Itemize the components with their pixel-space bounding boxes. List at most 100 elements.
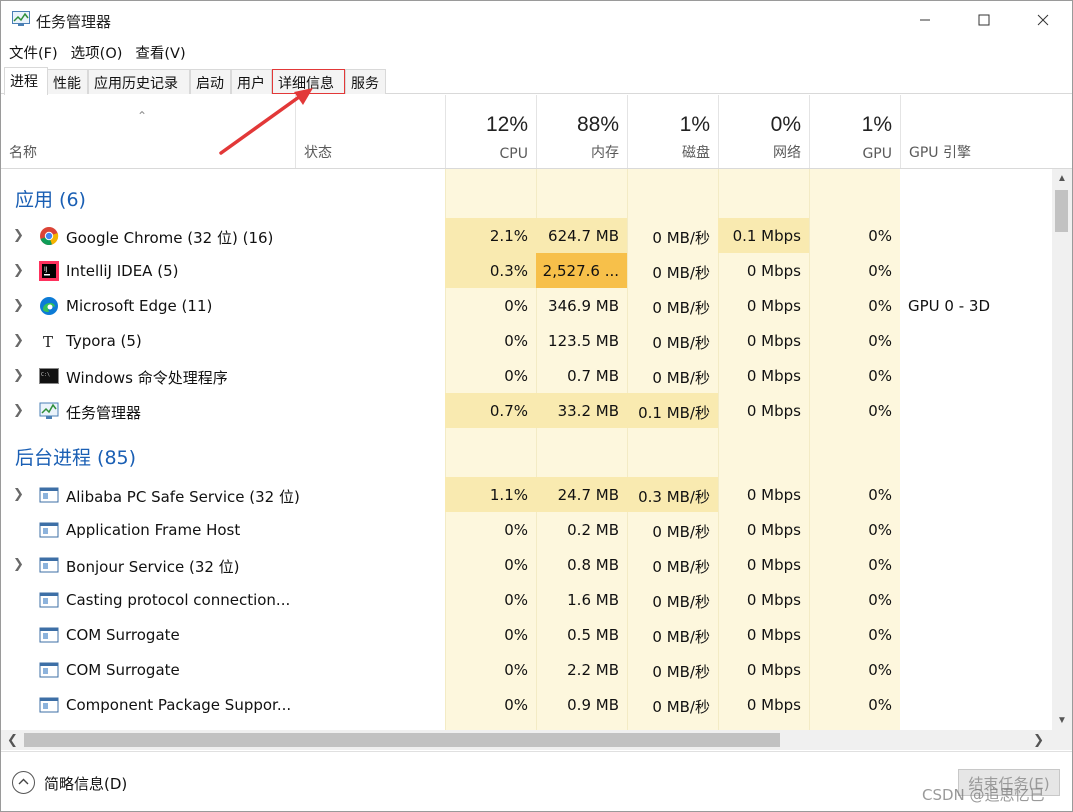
horizontal-scrollbar[interactable]: ❮ ❯ (1, 730, 1052, 750)
process-disk: 0 MB/秒 (652, 523, 710, 541)
horizontal-scroll-thumb[interactable] (24, 733, 780, 747)
close-button[interactable] (1014, 1, 1072, 39)
process-name: Microsoft Edge (11) (66, 297, 213, 315)
process-net: 0.1 Mbps (718, 218, 809, 253)
svg-text:C:\: C:\ (41, 372, 50, 378)
process-cpu: 1.1% (445, 477, 536, 512)
process-mem: 346.9 MB (548, 297, 619, 315)
process-row[interactable]: ❯ IJ IntelliJ IDEA (5) 0.3% 2,527.6 ... 0 MB/… (1, 253, 1052, 288)
process-name: COM Surrogate (66, 661, 180, 679)
column-cpu[interactable]: 12% CPU (445, 95, 536, 168)
process-gpu: 0% (868, 227, 892, 245)
column-network[interactable]: 0% 网络 (718, 95, 809, 168)
process-gpu-engine (900, 253, 1052, 288)
process-disk: 0 MB/秒 (652, 299, 710, 317)
expand-chevron-icon[interactable]: ❯ (13, 486, 24, 502)
vertical-scrollbar[interactable]: ▲ ▼ (1052, 169, 1072, 730)
process-row[interactable]: ❯ 任务管理器 0.7% 33.2 MB 0.1 MB/秒 0 Mbps 0% (1, 393, 1052, 428)
process-gpu: 0% (868, 297, 892, 315)
column-cpu-label: CPU (499, 146, 528, 162)
process-gpu: 0% (868, 367, 892, 385)
column-name[interactable]: 名称 (1, 95, 295, 168)
svg-text:T: T (43, 333, 53, 351)
column-memory[interactable]: 88% 内存 (536, 95, 627, 168)
scroll-left-icon[interactable]: ❮ (7, 732, 18, 748)
process-row[interactable]: Casting protocol connection... 0% 1.6 MB 0 … (1, 582, 1052, 617)
process-disk: 0 MB/秒 (652, 698, 710, 716)
svg-text:IJ: IJ (44, 266, 48, 273)
process-row[interactable]: COM Surrogate 0% 0.5 MB 0 MB/秒 0 Mbps 0% (1, 617, 1052, 652)
tab-details[interactable]: 详细信息 (272, 69, 345, 94)
group-title-background: 后台进程 (85) (15, 447, 137, 469)
process-row[interactable]: ❯ Bonjour Service (32 位) 0% 0.8 MB 0 MB/秒 0 M… (1, 547, 1052, 582)
process-name: Application Frame Host (66, 521, 241, 539)
process-cpu: 0% (504, 367, 528, 385)
process-gpu: 0% (868, 402, 892, 420)
vertical-scroll-thumb[interactable] (1055, 190, 1068, 232)
tab-services[interactable]: 服务 (345, 69, 386, 94)
edge-icon (39, 296, 59, 316)
process-cpu: 0% (504, 696, 528, 714)
tab-processes[interactable]: 进程 (4, 67, 48, 95)
maximize-button[interactable] (955, 1, 1013, 39)
process-list: 应用 (6) 后台进程 (85) ❯ Google Chrome (32 位) (… (1, 169, 1052, 730)
expand-chevron-icon[interactable]: ❯ (13, 367, 24, 383)
process-mem: 0.8 MB (567, 556, 619, 574)
process-gpu-engine: GPU 0 - 3D (908, 297, 991, 315)
process-net: 0 Mbps (746, 367, 801, 385)
fewer-details-link[interactable]: 简略信息(D) (44, 773, 127, 794)
expand-chevron-icon[interactable]: ❯ (13, 556, 24, 572)
scroll-up-icon[interactable]: ▲ (1057, 173, 1067, 184)
minimize-button[interactable] (896, 1, 954, 39)
process-row[interactable]: Component Package Suppor... 0% 0.9 MB 0 MB/… (1, 687, 1052, 722)
service-icon (39, 625, 59, 645)
process-row[interactable]: ❯ C:\ Windows 命令处理程序 0% 0.7 MB 0 MB/秒 0 Mbps 0% (1, 358, 1052, 393)
process-row[interactable]: ❯ Google Chrome (32 位) (16) 2.1% 624.7 MB 0 … (1, 218, 1052, 253)
column-gpu-engine[interactable]: GPU 引擎 (900, 95, 1052, 168)
menu-options[interactable]: 选项(O) (63, 39, 128, 63)
menu-view[interactable]: 查看(V) (127, 39, 190, 63)
process-cpu: 0.3% (445, 253, 536, 288)
column-gpu-label: GPU (862, 146, 892, 162)
collapse-details-icon[interactable] (12, 771, 35, 794)
expand-chevron-icon[interactable]: ❯ (13, 262, 24, 278)
tab-startup[interactable]: 启动 (190, 69, 231, 94)
expand-chevron-icon[interactable]: ❯ (13, 402, 24, 418)
process-disk: 0 MB/秒 (652, 628, 710, 646)
intellij-icon: IJ (39, 261, 59, 281)
footer: 简略信息(D) 结束任务(E) (1, 751, 1072, 811)
process-row[interactable]: COM Surrogate 0% 2.2 MB 0 MB/秒 0 Mbps 0% (1, 652, 1052, 687)
process-gpu: 0% (868, 626, 892, 644)
process-mem: 24.7 MB (536, 477, 627, 512)
process-gpu-engine (900, 477, 1052, 512)
process-row[interactable]: ❯ Alibaba PC Safe Service (32 位) 1.1% 24.7 … (1, 477, 1052, 512)
expand-chevron-icon[interactable]: ❯ (13, 297, 24, 313)
process-disk: 0 MB/秒 (652, 229, 710, 247)
menu-file[interactable]: 文件(F) (1, 39, 63, 63)
expand-chevron-icon[interactable]: ❯ (13, 227, 24, 243)
tab-app-history[interactable]: 应用历史记录 (88, 69, 190, 94)
title-bar[interactable]: 任务管理器 (1, 1, 1072, 39)
disk-total: 1% (679, 113, 710, 136)
expand-chevron-icon[interactable]: ❯ (13, 332, 24, 348)
process-net: 0 Mbps (746, 626, 801, 644)
process-net: 0 Mbps (746, 696, 801, 714)
scroll-down-icon[interactable]: ▼ (1057, 715, 1067, 726)
process-mem: 0.5 MB (567, 626, 619, 644)
process-mem: 624.7 MB (536, 218, 627, 253)
column-disk-label: 磁盘 (682, 145, 710, 161)
close-icon (1037, 14, 1049, 26)
tab-performance[interactable]: 性能 (47, 69, 88, 94)
process-row[interactable]: ❯ T Typora (5) 0% 123.5 MB 0 MB/秒 0 Mbps 0% (1, 323, 1052, 358)
tab-users[interactable]: 用户 (231, 69, 272, 94)
service-icon (39, 555, 59, 575)
process-row[interactable]: ❯ Microsoft Edge (11) 0% 346.9 MB 0 MB/秒 0 Mb… (1, 288, 1052, 323)
process-net: 0 Mbps (746, 521, 801, 539)
process-name: Google Chrome (32 位) (16) (66, 229, 274, 247)
process-row[interactable]: Application Frame Host 0% 0.2 MB 0 MB/秒 0 Mb… (1, 512, 1052, 547)
column-name-label: 名称 (9, 145, 37, 161)
column-disk[interactable]: 1% 磁盘 (627, 95, 718, 168)
column-gpu[interactable]: 1% GPU (809, 95, 900, 168)
scroll-right-icon[interactable]: ❯ (1033, 732, 1044, 748)
column-status[interactable]: 状态 (295, 95, 445, 168)
